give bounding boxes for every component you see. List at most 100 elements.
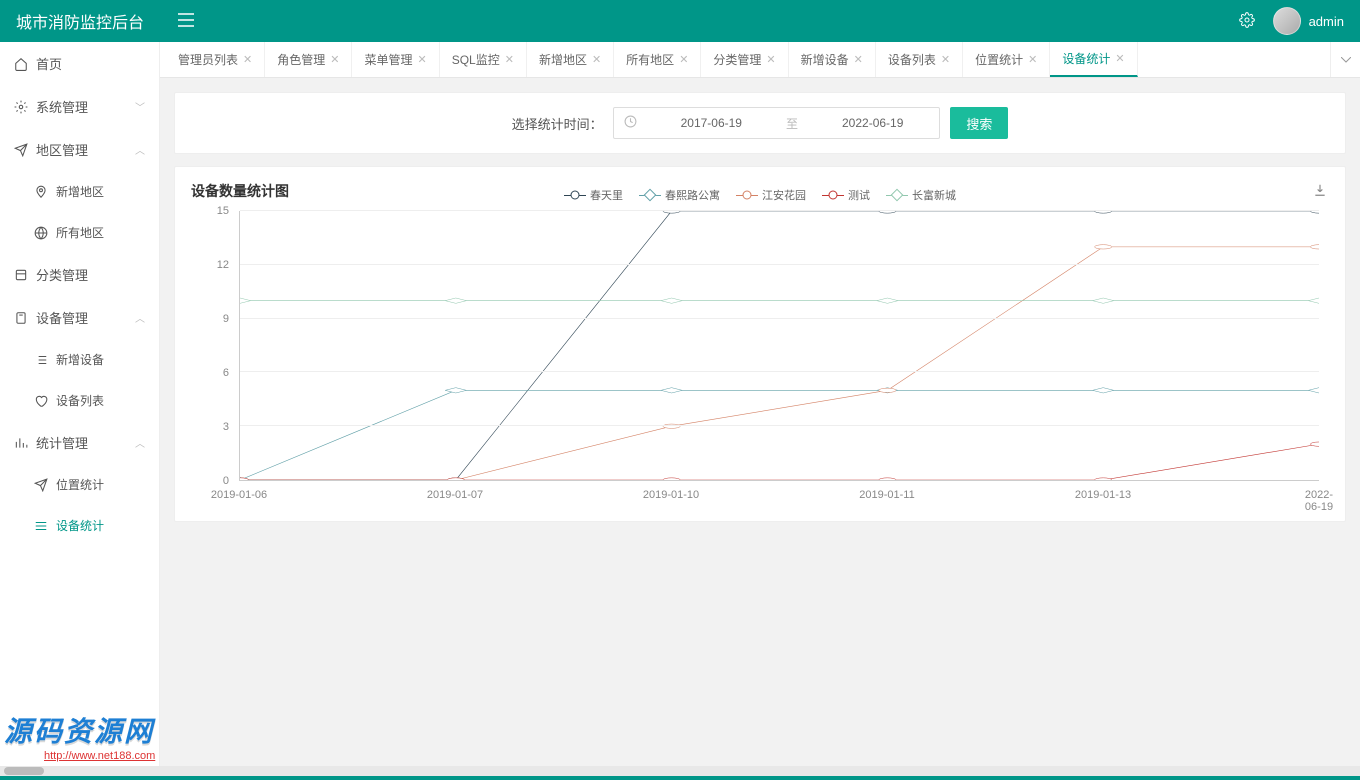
tab-bar: 管理员列表✕角色管理✕菜单管理✕SQL监控✕新增地区✕所有地区✕分类管理✕新增设… [160,42,1360,78]
legend-item[interactable]: 江安花园 [736,187,806,203]
close-icon[interactable]: ✕ [766,53,775,66]
username: admin [1309,14,1344,29]
sidebar-item-label: 分类管理 [36,265,88,284]
tab-label: 新增设备 [801,51,849,68]
sidebar-item[interactable]: 新增地区 [0,171,159,212]
sidebar-item[interactable]: 设备列表 [0,380,159,421]
sidebar-item[interactable]: 分类管理 [0,253,159,296]
horizontal-scrollbar[interactable] [0,766,1360,776]
layers-icon [14,268,28,282]
tab-label: SQL监控 [452,51,500,68]
avatar [1273,7,1301,35]
watermark: 源码资源网 http://www.net188.com [4,710,155,762]
close-icon[interactable]: ✕ [941,53,950,66]
sidebar-item[interactable]: 系统管理﹀ [0,85,159,128]
send-icon [14,143,28,157]
sidebar-item[interactable]: 所有地区 [0,212,159,253]
legend-item[interactable]: 春熙路公寓 [639,187,720,203]
watermark-url: http://www.net188.com [44,750,155,762]
date-range-picker[interactable]: 2017-06-19 至 2022-06-19 [613,107,941,139]
tab[interactable]: SQL监控 ✕ [440,42,527,77]
tab-label: 设备列表 [888,51,936,68]
close-icon[interactable]: ✕ [679,53,688,66]
sidebar-item-label: 统计管理 [36,433,88,452]
tab[interactable]: 菜单管理 ✕ [352,42,439,77]
device-icon [14,311,28,325]
sidebar-item[interactable]: 设备管理︿ [0,296,159,339]
chevron-up-icon: ︿ [135,142,145,157]
search-button[interactable]: 搜索 [950,107,1008,139]
filter-card: 选择统计时间： 2017-06-19 至 2022-06-19 搜索 [174,92,1346,154]
tab[interactable]: 管理员列表 ✕ [166,42,265,77]
tab[interactable]: 分类管理✕ [701,42,788,77]
sidebar-item[interactable]: 新增设备 [0,339,159,380]
close-icon[interactable]: ✕ [854,53,863,66]
sidebar-item-label: 设备统计 [56,517,104,534]
chevron-up-icon: ︿ [135,435,145,450]
tab[interactable]: 新增地区✕ [527,42,614,77]
close-icon[interactable]: ✕ [505,53,514,66]
sidebar-item[interactable]: 统计管理 ︿ [0,421,159,464]
chart-plot: 03691215 2019-01-062019-01-072019-01-102… [191,211,1329,511]
sidebar-item-label: 设备管理 [36,308,88,327]
x-tick: 2019-01-10 [643,489,699,501]
close-icon[interactable]: ✕ [1028,53,1037,66]
close-icon[interactable]: ✕ [330,53,339,66]
legend-label: 春熙路公寓 [665,187,720,203]
date-end: 2022-06-19 [816,116,929,130]
legend-label: 测试 [848,187,870,203]
legend-item[interactable]: 长富新城 [886,187,956,203]
tab[interactable]: 新增设备 ✕ [789,42,876,77]
y-tick: 6 [223,367,229,379]
date-separator: 至 [786,115,798,132]
sidebar-item-label: 新增地区 [56,183,104,200]
tab[interactable]: 设备列表 ✕ [876,42,963,77]
sidebar-item-label: 设备列表 [56,392,104,409]
sidebar-item[interactable]: 地区管理 ︿ [0,128,159,171]
tab[interactable]: 设备统计 ✕ [1050,42,1137,77]
clock-icon [624,115,637,131]
tab-label: 菜单管理 [364,51,412,68]
tab[interactable]: 位置统计✕ [963,42,1050,77]
sidebar-toggle[interactable] [174,9,198,34]
chart-legend: 春天里 春熙路公寓江安花园 测试 长富新城 [191,187,1329,203]
chart-card: 设备数量统计图 春天里春熙路公寓江安花园测试长富新城 03691215 2019… [174,166,1346,522]
close-icon[interactable]: ✕ [1115,52,1124,65]
user-menu[interactable]: admin [1273,7,1344,35]
close-icon[interactable]: ✕ [417,53,426,66]
gear-icon [14,100,28,114]
settings-icon[interactable] [1239,12,1255,31]
legend-marker [564,190,586,200]
y-tick: 0 [223,475,229,487]
menu-icon [34,519,48,533]
chevron-down-icon: ﹀ [135,99,145,114]
tab-overflow-button[interactable] [1330,42,1360,77]
send-icon [34,478,48,492]
globe-icon [34,226,48,240]
tab-label: 管理员列表 [178,51,238,68]
download-icon[interactable] [1313,183,1327,200]
sidebar-item-label: 地区管理 [36,140,88,159]
x-tick: 2022-06-19 [1305,489,1333,513]
home-icon [14,57,28,71]
sidebar-item-label: 首页 [36,54,62,73]
tab-label: 设备统计 [1062,50,1110,67]
sidebar-item[interactable]: 首页 [0,42,159,85]
scrollbar-thumb[interactable] [4,767,44,775]
sidebar-item[interactable]: 位置统计 [0,464,159,505]
footer-border [0,776,1360,780]
legend-marker [736,190,758,200]
close-icon[interactable]: ✕ [592,53,601,66]
tab[interactable]: 所有地区✕ [614,42,701,77]
date-start: 2017-06-19 [655,116,768,130]
close-icon[interactable]: ✕ [243,53,252,66]
legend-label: 长富新城 [912,187,956,203]
y-tick: 9 [223,313,229,325]
tab[interactable]: 角色管理✕ [265,42,352,77]
legend-item[interactable]: 春天里 [564,187,623,203]
sidebar-item[interactable]: 设备统计 [0,505,159,546]
x-tick: 2019-01-13 [1075,489,1131,501]
legend-item[interactable]: 测试 [822,187,870,203]
sidebar-item-label: 所有地区 [56,224,104,241]
watermark-text: 源码资源网 [4,710,155,750]
